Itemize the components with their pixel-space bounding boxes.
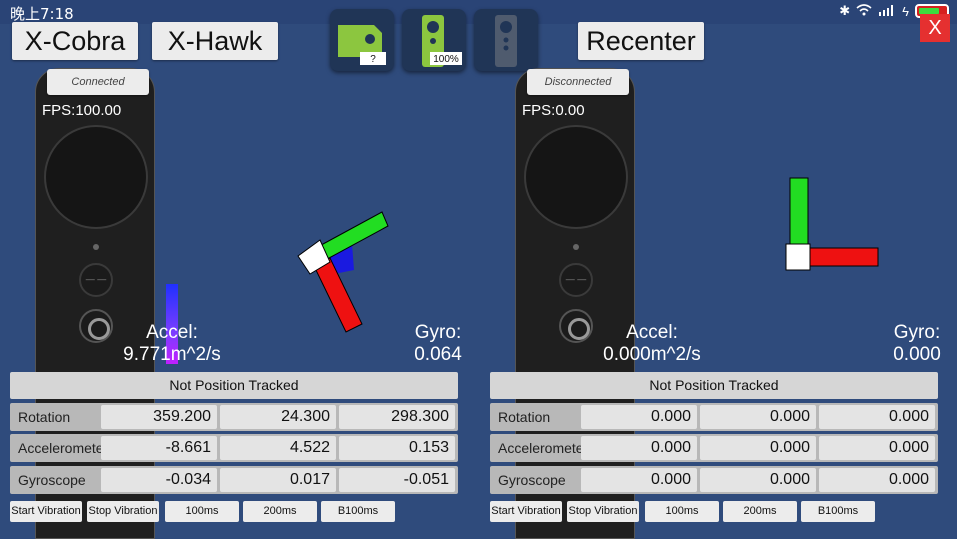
bluetooth-icon: ✱ xyxy=(839,3,851,18)
gyroscope-row-left: Gyroscope -0.034 0.017 -0.051 xyxy=(10,466,458,494)
status-time: 晚上7:18 xyxy=(10,5,74,23)
tracking-status-right: Not Position Tracked xyxy=(490,372,938,399)
vibrate-b100ms-button-right[interactable]: B100ms xyxy=(801,501,875,522)
tracking-status-left: Not Position Tracked xyxy=(10,372,458,399)
vibrate-200ms-button-left[interactable]: 200ms xyxy=(243,501,317,522)
tile-badge-2: 100% xyxy=(433,54,459,65)
wifi-icon xyxy=(856,3,872,19)
accel-z: 0.000 xyxy=(819,436,935,460)
led-indicator xyxy=(93,244,99,250)
device-tile-remote[interactable]: 100% xyxy=(402,9,466,71)
accel-label-left: Accel: xyxy=(146,322,198,343)
rotation-y: 24.300 xyxy=(220,405,336,429)
touchpad xyxy=(44,125,148,229)
accel-z: 0.153 xyxy=(339,436,455,460)
accel-value-left: 9.771m^2/s xyxy=(123,344,221,365)
row-label: Gyroscope xyxy=(18,472,86,488)
device-tile-controller[interactable]: ? xyxy=(330,9,394,71)
start-vibration-button-left[interactable]: Start Vibration xyxy=(10,501,82,522)
x-cobra-button[interactable]: X-Cobra xyxy=(12,22,138,60)
app-button-icon: — — xyxy=(559,263,593,297)
gyro-x: 0.000 xyxy=(581,468,697,492)
charging-icon: ϟ xyxy=(902,3,909,19)
rotation-z: 0.000 xyxy=(819,405,935,429)
accel-label-right: Accel: xyxy=(626,322,678,343)
remote-device-icon-dim xyxy=(495,15,517,67)
rotation-row-right: Rotation 0.000 0.000 0.000 xyxy=(490,403,938,431)
rotation-row-left: Rotation 359.200 24.300 298.300 xyxy=(10,403,458,431)
fps-left: FPS:100.00 xyxy=(42,102,122,119)
vibrate-100ms-button-left[interactable]: 100ms xyxy=(165,501,239,522)
orientation-axes-right xyxy=(785,177,879,271)
connection-status-right: Disconnected xyxy=(527,69,629,95)
start-vibration-button-right[interactable]: Start Vibration xyxy=(490,501,562,522)
rotation-x: 359.200 xyxy=(101,405,217,429)
rotation-x: 0.000 xyxy=(581,405,697,429)
row-label: Rotation xyxy=(18,409,71,425)
accelerometer-row-right: Accelerometer 0.000 0.000 0.000 xyxy=(490,434,938,462)
vibrate-200ms-button-right[interactable]: 200ms xyxy=(723,501,797,522)
recenter-button[interactable]: Recenter xyxy=(578,22,704,60)
gyro-label-right: Gyro: xyxy=(893,322,941,343)
row-label: Rotation xyxy=(498,409,551,425)
stop-vibration-button-right[interactable]: Stop Vibration xyxy=(567,501,639,522)
home-button-icon xyxy=(79,309,113,343)
x-hawk-button[interactable]: X-Hawk xyxy=(152,22,278,60)
gyro-y: 0.017 xyxy=(220,468,336,492)
led-indicator xyxy=(573,244,579,250)
gyro-x: -0.034 xyxy=(101,468,217,492)
accelerometer-row-left: Accelerometer -8.661 4.522 0.153 xyxy=(10,434,458,462)
app-button-icon: — — xyxy=(79,263,113,297)
vibrate-b100ms-button-left[interactable]: B100ms xyxy=(321,501,395,522)
signal-icon xyxy=(878,4,896,19)
remote-device-icon: 100% xyxy=(422,15,462,67)
gyro-y: 0.000 xyxy=(700,468,816,492)
accel-value-right: 0.000m^2/s xyxy=(603,344,701,365)
gyro-z: 0.000 xyxy=(819,468,935,492)
fps-right: FPS:0.00 xyxy=(522,102,585,119)
controller-device-icon: ? xyxy=(338,25,386,65)
row-label: Accelerometer xyxy=(498,440,589,456)
row-label: Accelerometer xyxy=(18,440,109,456)
accel-x: -8.661 xyxy=(101,436,217,460)
stop-vibration-button-left[interactable]: Stop Vibration xyxy=(87,501,159,522)
close-button[interactable]: X xyxy=(920,14,950,42)
accel-y: 4.522 xyxy=(220,436,336,460)
connection-status-left: Connected xyxy=(47,69,149,95)
touchpad xyxy=(524,125,628,229)
accel-x: 0.000 xyxy=(581,436,697,460)
gyro-value-right: 0.000 xyxy=(893,344,941,365)
rotation-z: 298.300 xyxy=(339,405,455,429)
vibrate-100ms-button-right[interactable]: 100ms xyxy=(645,501,719,522)
gyro-value-left: 0.064 xyxy=(414,344,462,365)
gyro-z: -0.051 xyxy=(339,468,455,492)
accel-y: 0.000 xyxy=(700,436,816,460)
gyro-label-left: Gyro: xyxy=(414,322,462,343)
home-button-icon xyxy=(559,309,593,343)
row-label: Gyroscope xyxy=(498,472,566,488)
device-tile-remote-2[interactable] xyxy=(474,9,538,71)
rotation-y: 0.000 xyxy=(700,405,816,429)
gyroscope-row-right: Gyroscope 0.000 0.000 0.000 xyxy=(490,466,938,494)
tile-badge-1: ? xyxy=(370,54,376,65)
orientation-axes-left xyxy=(297,211,389,333)
